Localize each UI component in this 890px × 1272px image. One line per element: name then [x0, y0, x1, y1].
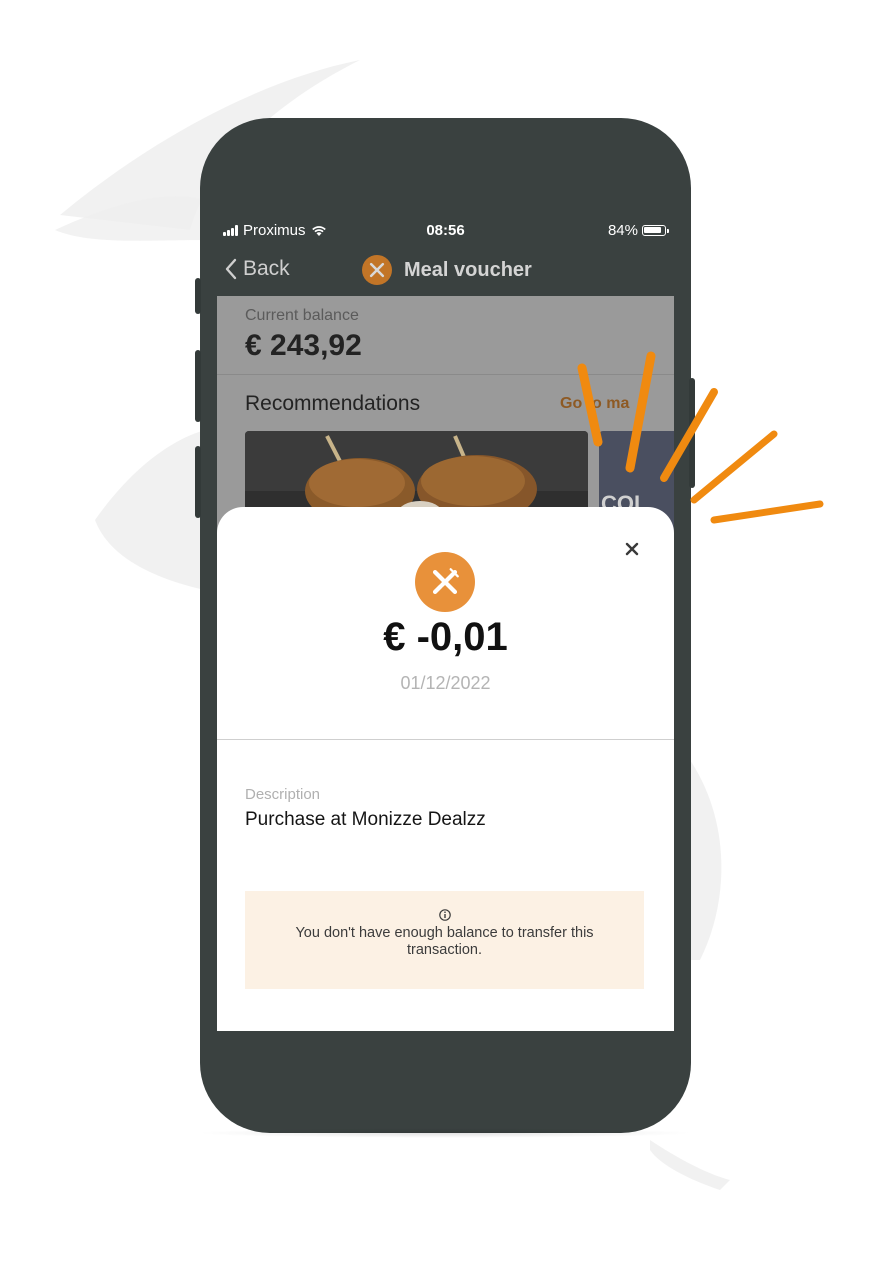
divider: [217, 374, 674, 375]
back-label: Back: [243, 257, 290, 280]
fork-knife-icon: [362, 255, 392, 285]
page-title-text: Meal voucher: [404, 258, 532, 281]
status-bar: Proximus 08:56 84%: [217, 217, 674, 243]
transaction-amount: € -0,01: [383, 615, 508, 659]
divider: [217, 739, 674, 740]
close-icon[interactable]: [621, 538, 643, 560]
phone-screen: Proximus 08:56 84% Back Meal voucher Cur…: [217, 217, 674, 1031]
battery-icon: [642, 225, 669, 236]
phone-mute-switch: [195, 278, 201, 314]
recommendations-title: Recommendations: [245, 392, 421, 415]
info-icon: [438, 909, 451, 921]
status-right: 84%: [607, 222, 669, 239]
description-label: Description: [245, 786, 321, 803]
transaction-date: 01/12/2022: [400, 673, 491, 693]
battery-percent: 84%: [607, 222, 638, 239]
balance-value: € 243,92: [245, 329, 362, 362]
status-time: 08:56: [426, 222, 465, 239]
insufficient-balance-notice: You don't have enough balance to transfe…: [245, 891, 644, 989]
transaction-detail-sheet: € -0,01 01/12/2022 Description Purchase …: [217, 507, 674, 1031]
back-button[interactable]: Back: [225, 257, 290, 281]
balance-label: Current balance: [245, 307, 359, 324]
go-to-map-link[interactable]: Go to ma: [560, 395, 629, 413]
page-title: Meal voucher: [362, 255, 532, 285]
phone-power-button: [689, 378, 695, 488]
phone-volume-up-button: [195, 350, 201, 422]
notice-text: You don't have enough balance to transfe…: [295, 925, 594, 958]
navigation-bar: Back Meal voucher: [217, 245, 674, 295]
phone-volume-down-button: [195, 446, 201, 518]
phone-shadow: [195, 1128, 695, 1138]
description-value: Purchase at Monizze Dealzz: [245, 809, 486, 830]
chevron-left-icon: [225, 258, 237, 280]
fork-knife-icon: [415, 552, 475, 612]
